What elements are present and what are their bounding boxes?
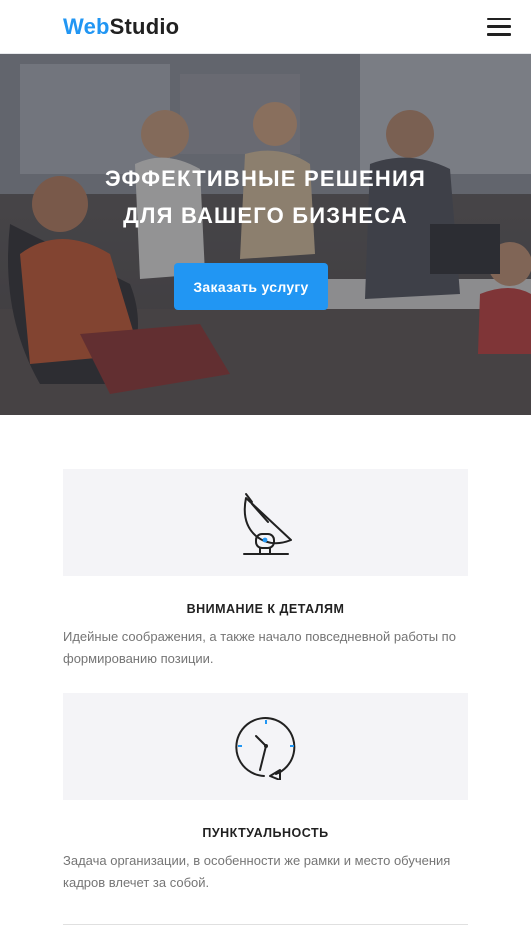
menu-bar <box>487 25 511 28</box>
menu-bar <box>487 17 511 20</box>
hero-section: Эффективные решения для вашего бизнеса З… <box>0 54 531 415</box>
menu-bar <box>487 33 511 36</box>
feature-image-box <box>63 469 468 576</box>
feature-card: Внимание к деталям Идейные соображения, … <box>63 469 468 670</box>
logo-rest-text: Studio <box>109 13 180 39</box>
feature-title: Пунктуальность <box>202 826 329 840</box>
logo-accent-text: Web <box>63 13 110 39</box>
hero-title: Эффективные решения для вашего бизнеса <box>0 160 531 234</box>
feature-card: Пунктуальность Задача организации, в осо… <box>63 693 468 894</box>
order-service-button[interactable]: Заказать услугу <box>174 263 328 310</box>
site-logo[interactable]: WebStudio <box>63 14 179 40</box>
hero-title-line-1: Эффективные решения <box>104 166 427 191</box>
feature-image-box <box>63 693 468 800</box>
feature-title: Внимание к деталям <box>186 602 345 616</box>
clock-icon <box>234 716 295 780</box>
section-divider <box>63 924 468 925</box>
hamburger-menu-icon[interactable] <box>487 17 511 36</box>
site-header: WebStudio <box>0 0 531 54</box>
hero-title-line-2: для вашего бизнеса <box>123 203 408 228</box>
satellite-dish-icon <box>242 492 292 555</box>
feature-text: Задача организации, в особенности же рам… <box>63 853 451 890</box>
features-list: Внимание к деталям Идейные соображения, … <box>63 469 468 894</box>
hero-content: Эффективные решения для вашего бизнеса З… <box>0 54 531 415</box>
feature-text: Идейные соображения, а также начало повс… <box>63 629 456 666</box>
